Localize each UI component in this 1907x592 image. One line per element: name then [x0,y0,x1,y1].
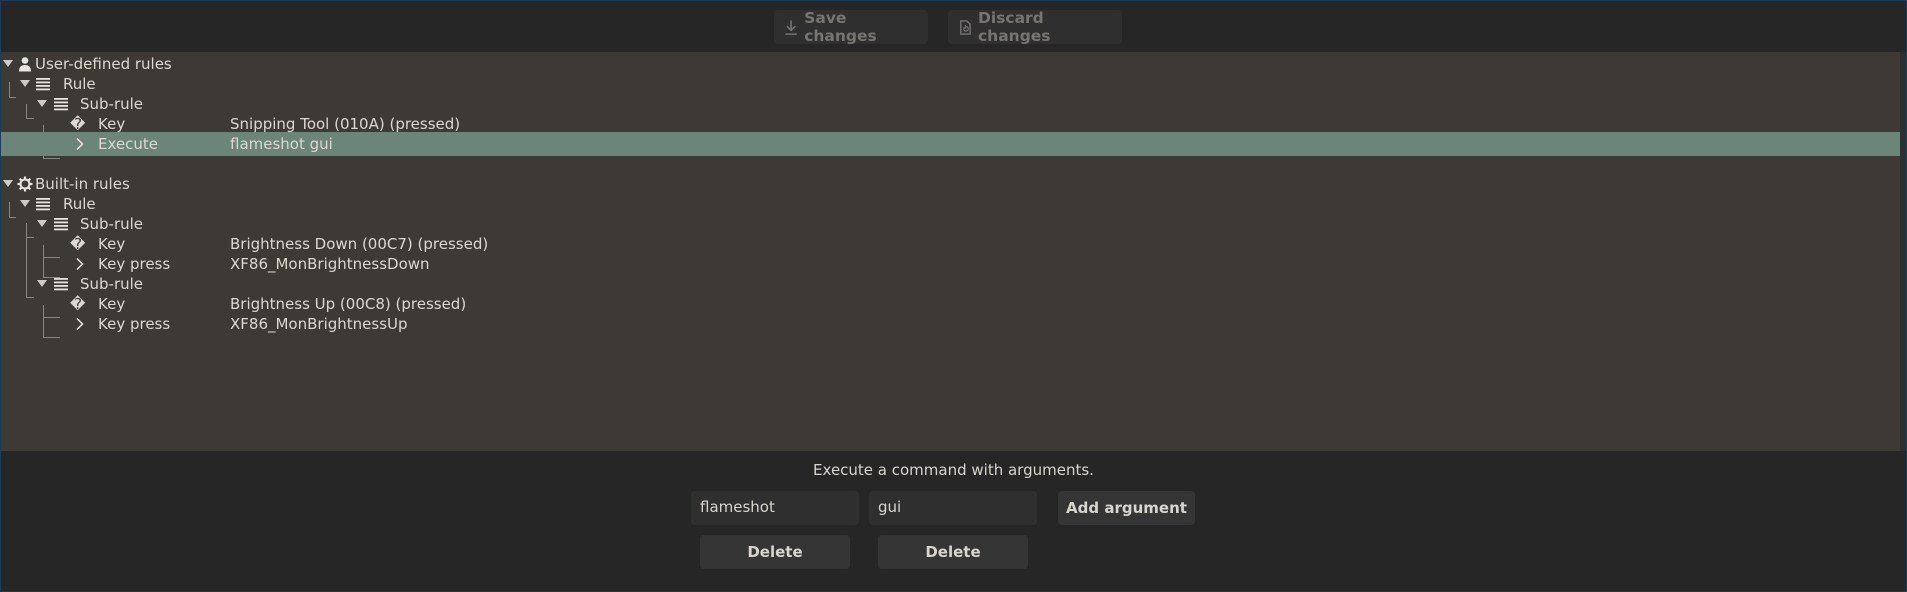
expand-arrow-icon[interactable] [37,100,47,107]
rule-label: Rule [63,195,96,213]
rules-tree[interactable]: User-defined rules Rule Sub-rule � Key S… [1,52,1900,451]
built-in-rules-label: Built-in rules [35,175,130,193]
key-label: Key [98,235,126,253]
key-label: Key [98,115,126,133]
tree-row-key-press[interactable]: Key press XF86_MonBrightnessUp [1,312,1900,336]
list-icon [54,278,68,291]
key-press-label: Key press [98,315,171,333]
subrule-label: Sub-rule [80,215,144,233]
add-argument-button[interactable]: Add argument [1058,491,1195,525]
subrule-label: Sub-rule [80,275,144,293]
key-label: Key [98,295,126,313]
expand-arrow-icon[interactable] [37,220,47,227]
expand-arrow-icon[interactable] [37,280,47,287]
key-value: Snipping Tool (010A) (pressed) [230,115,461,133]
chevron-right-icon [76,317,84,331]
document-revert-icon [960,19,971,35]
user-icon [19,57,31,72]
user-defined-rules-label: User-defined rules [35,55,172,73]
key-value: Brightness Down (00C7) (pressed) [230,235,489,253]
unknown-glyph-icon: � [70,235,86,253]
download-icon [785,19,797,35]
list-icon [36,78,50,91]
unknown-glyph-icon: � [70,115,86,133]
action-description: Execute a command with arguments. [813,461,1094,479]
delete-argument-1-button[interactable]: Delete [700,535,850,569]
save-changes-button[interactable]: Save changes [774,9,928,45]
expand-arrow-icon[interactable] [3,60,13,67]
chevron-right-icon [76,257,84,271]
expand-arrow-icon[interactable] [20,80,30,87]
tree-row-execute-selected[interactable]: Execute flameshot gui [1,132,1900,156]
tree-connector [43,158,60,159]
unknown-glyph-icon: � [70,295,86,313]
tree-connector [43,337,60,338]
toolbar: Save changes Discard changes [1,1,1906,52]
discard-changes-button[interactable]: Discard changes [948,9,1122,45]
expand-arrow-icon[interactable] [3,180,13,187]
key-press-value: XF86_MonBrightnessUp [230,315,408,333]
list-icon [36,198,50,211]
execute-label: Execute [98,135,158,153]
key-value: Brightness Up (00C8) (pressed) [230,295,467,313]
discard-changes-label: Discard changes [977,9,1051,45]
save-changes-label: Save changes [804,9,877,45]
tree-scrollbar[interactable] [1900,52,1906,451]
chevron-right-icon [76,137,84,151]
list-icon [54,218,68,231]
key-press-label: Key press [98,255,171,273]
window: Save changes Discard changes User-define… [0,0,1907,592]
delete-argument-2-button[interactable]: Delete [878,535,1028,569]
key-press-value: XF86_MonBrightnessDown [230,255,430,273]
expand-arrow-icon[interactable] [20,200,30,207]
execute-value: flameshot gui [230,135,333,153]
list-icon [54,98,68,111]
rule-label: Rule [63,75,96,93]
argument-field-1[interactable]: flameshot [691,491,859,525]
subrule-label: Sub-rule [80,95,144,113]
rule-editor-panel: Execute a command with arguments. flames… [1,451,1906,591]
argument-field-2[interactable]: gui [869,491,1037,525]
gear-icon [17,176,33,192]
